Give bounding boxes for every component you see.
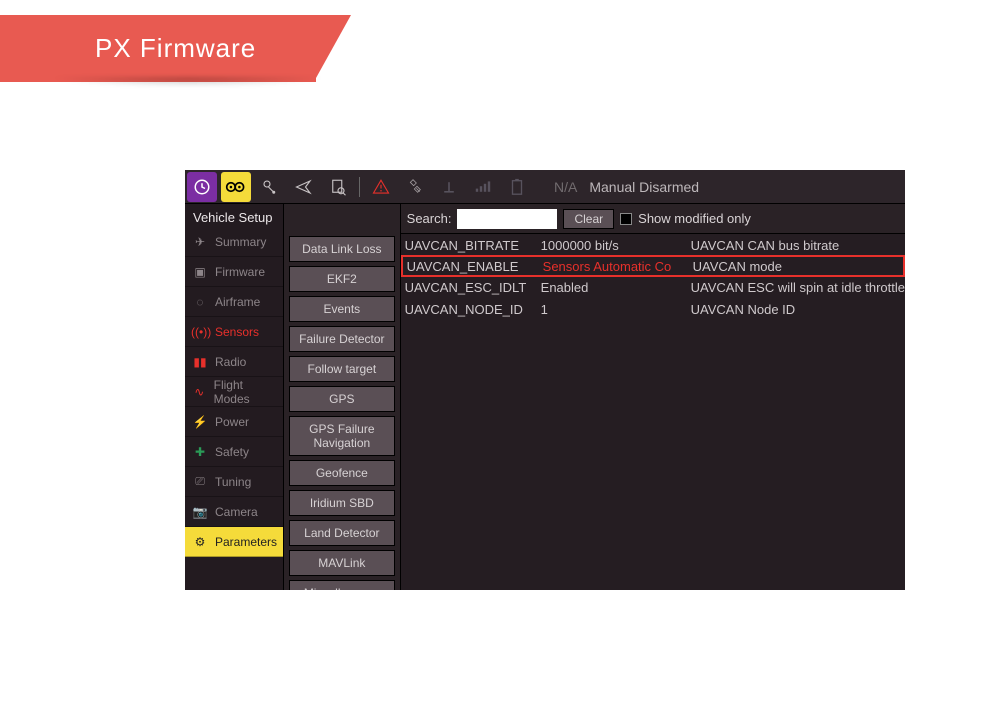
- parameters-panel: Search: Clear Show modified only UAVCAN_…: [401, 204, 905, 590]
- group-mavlink[interactable]: MAVLink: [289, 550, 395, 576]
- banner-shadow: [50, 77, 326, 87]
- battery-icon: [502, 172, 532, 202]
- param-name: UAVCAN_BITRATE: [401, 238, 541, 253]
- summary-icon: ✈: [191, 235, 209, 249]
- param-desc: UAVCAN CAN bus bitrate: [691, 238, 905, 253]
- signal-rssi-icon: [434, 172, 464, 202]
- param-name: UAVCAN_NODE_ID: [401, 302, 541, 317]
- table-row[interactable]: UAVCAN_NODE_ID 1 UAVCAN Node ID: [401, 298, 905, 320]
- sidebar-item-label: Safety: [215, 445, 249, 459]
- param-value: 1: [541, 302, 691, 317]
- sidebar-item-safety[interactable]: ✚ Safety: [185, 437, 283, 467]
- sidebar-item-tuning[interactable]: ⎚ Tuning: [185, 467, 283, 497]
- param-value: 1000000 bit/s: [541, 238, 691, 253]
- app-window: N/A Manual Disarmed Vehicle Setup ✈ Summ…: [185, 170, 905, 590]
- group-follow-target[interactable]: Follow target: [289, 356, 395, 382]
- group-failure-detector[interactable]: Failure Detector: [289, 326, 395, 352]
- param-desc: UAVCAN mode: [693, 259, 903, 274]
- sidebar-item-sensors[interactable]: ((•)) Sensors: [185, 317, 283, 347]
- flight-modes-icon: ∿: [191, 385, 208, 399]
- group-land-detector[interactable]: Land Detector: [289, 520, 395, 546]
- status-mode: Manual Disarmed: [589, 179, 699, 195]
- group-data-link-loss[interactable]: Data Link Loss: [289, 236, 395, 262]
- search-label: Search:: [407, 211, 452, 226]
- sidebar-item-label: Parameters: [215, 535, 277, 549]
- sidebar-item-label: Flight Modes: [214, 378, 277, 406]
- app-toolbar: N/A Manual Disarmed: [185, 170, 905, 204]
- group-geofence[interactable]: Geofence: [289, 460, 395, 486]
- sidebar-item-firmware[interactable]: ▣ Firmware: [185, 257, 283, 287]
- plane-icon[interactable]: [289, 172, 319, 202]
- status-na: N/A: [554, 179, 577, 195]
- camera-icon: 📷: [191, 505, 209, 519]
- sidebar-item-label: Power: [215, 415, 249, 429]
- sidebar-item-label: Radio: [215, 355, 246, 369]
- sidebar-item-flight-modes[interactable]: ∿ Flight Modes: [185, 377, 283, 407]
- sidebar-item-label: Tuning: [215, 475, 251, 489]
- satellite-icon[interactable]: [400, 172, 430, 202]
- sidebar-item-label: Firmware: [215, 265, 265, 279]
- table-row[interactable]: UAVCAN_BITRATE 1000000 bit/s UAVCAN CAN …: [401, 234, 905, 256]
- page-banner: PX Firmware: [0, 15, 316, 82]
- group-events[interactable]: Events: [289, 296, 395, 322]
- sidebar-item-summary[interactable]: ✈ Summary: [185, 227, 283, 257]
- radio-icon: ▮▮: [191, 355, 209, 369]
- power-icon: ⚡: [191, 415, 209, 429]
- group-miscellaneous[interactable]: Miscellaneous: [289, 580, 395, 590]
- param-value: Enabled: [541, 280, 691, 295]
- sidebar-item-power[interactable]: ⚡ Power: [185, 407, 283, 437]
- search-input[interactable]: [457, 209, 557, 229]
- sidebar-item-label: Summary: [215, 235, 266, 249]
- show-modified-checkbox[interactable]: [620, 213, 632, 225]
- sidebar-item-camera[interactable]: 📷 Camera: [185, 497, 283, 527]
- connection-icon[interactable]: [255, 172, 285, 202]
- sensors-icon: ((•)): [191, 325, 209, 339]
- sidebar-title: Vehicle Setup: [185, 204, 283, 227]
- sidebar-item-radio[interactable]: ▮▮ Radio: [185, 347, 283, 377]
- parameter-groups-panel: Data Link Loss EKF2 Events Failure Detec…: [284, 204, 401, 590]
- vehicle-setup-tab[interactable]: [221, 172, 251, 202]
- sidebar-item-airframe[interactable]: ◌ Airframe: [185, 287, 283, 317]
- sidebar-item-label: Sensors: [215, 325, 259, 339]
- table-row[interactable]: UAVCAN_ENABLE Sensors Automatic Co UAVCA…: [401, 255, 905, 277]
- sidebar-main: Vehicle Setup ✈ Summary ▣ Firmware ◌ Air…: [185, 204, 284, 590]
- param-value: Sensors Automatic Co: [543, 259, 693, 274]
- sidebar-item-parameters[interactable]: ⚙ Parameters: [185, 527, 283, 557]
- parameter-table: UAVCAN_BITRATE 1000000 bit/s UAVCAN CAN …: [401, 234, 905, 320]
- signal-bars-icon: [468, 172, 498, 202]
- app-logo-button[interactable]: [187, 172, 217, 202]
- group-ekf2[interactable]: EKF2: [289, 266, 395, 292]
- status-text: N/A Manual Disarmed: [554, 179, 699, 195]
- page-title: PX Firmware: [0, 15, 316, 82]
- group-iridium-sbd[interactable]: Iridium SBD: [289, 490, 395, 516]
- show-modified-label: Show modified only: [638, 211, 751, 226]
- search-row: Search: Clear Show modified only: [401, 204, 905, 234]
- report-icon[interactable]: [323, 172, 353, 202]
- tuning-icon: ⎚: [191, 474, 209, 489]
- table-row[interactable]: UAVCAN_ESC_IDLT Enabled UAVCAN ESC will …: [401, 276, 905, 298]
- group-gps[interactable]: GPS: [289, 386, 395, 412]
- param-name: UAVCAN_ESC_IDLT: [401, 280, 541, 295]
- param-desc: UAVCAN Node ID: [691, 302, 905, 317]
- clear-button[interactable]: Clear: [563, 209, 614, 229]
- param-desc: UAVCAN ESC will spin at idle throttle: [691, 280, 905, 295]
- firmware-icon: ▣: [191, 265, 209, 279]
- airframe-icon: ◌: [191, 295, 209, 309]
- parameters-icon: ⚙: [191, 535, 209, 549]
- sidebar-item-label: Airframe: [215, 295, 260, 309]
- sidebar-item-label: Camera: [215, 505, 258, 519]
- param-name: UAVCAN_ENABLE: [403, 259, 543, 274]
- safety-icon: ✚: [191, 445, 209, 459]
- warning-icon[interactable]: [366, 172, 396, 202]
- group-gps-failure-navigation[interactable]: GPS Failure Navigation: [289, 416, 395, 456]
